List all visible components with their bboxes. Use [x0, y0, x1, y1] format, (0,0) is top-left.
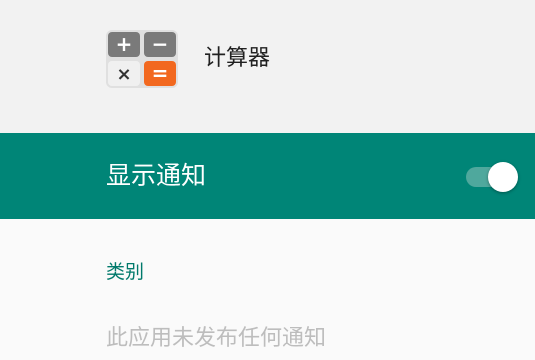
categories-header: 类别 — [106, 261, 145, 283]
minus-key-label: − — [152, 32, 169, 56]
plus-key-icon: + — [108, 32, 140, 57]
equals-key-icon: = — [144, 61, 176, 86]
show-notifications-row[interactable]: 显示通知 — [0, 133, 535, 219]
minus-key-icon: − — [144, 32, 176, 57]
show-notifications-label: 显示通知 — [106, 161, 207, 190]
equals-key-label: = — [152, 61, 169, 85]
no-notifications-message: 此应用未发布任何通知 — [106, 326, 327, 351]
show-notifications-switch[interactable] — [466, 162, 518, 192]
switch-thumb — [488, 162, 518, 192]
multiply-key-label: × — [116, 64, 131, 85]
app-name: 计算器 — [204, 46, 271, 71]
app-header: + − × = 计算器 — [0, 0, 535, 133]
multiply-key-icon: × — [108, 61, 140, 86]
plus-key-label: + — [116, 32, 133, 56]
calculator-icon: + − × = — [106, 30, 178, 88]
